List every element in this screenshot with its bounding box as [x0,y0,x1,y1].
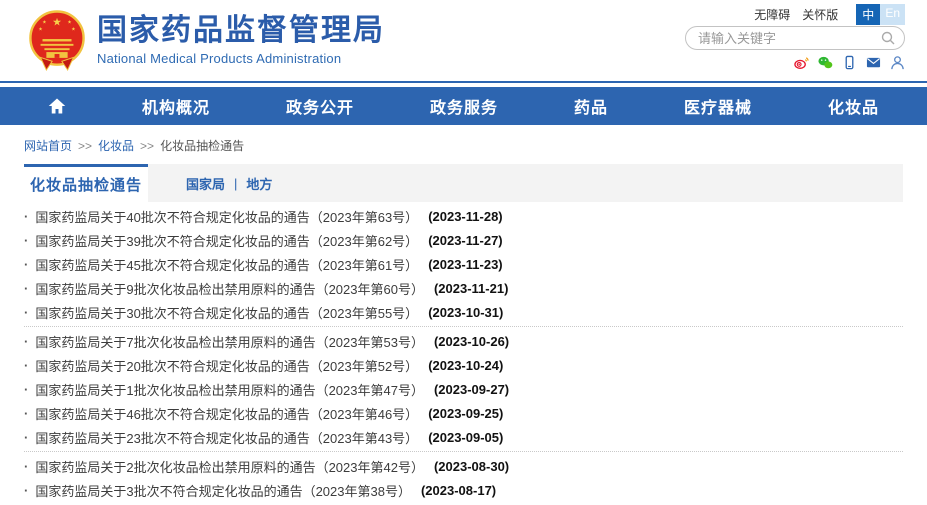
site-title: 国家药品监督管理局 [97,14,385,48]
list-item[interactable]: 国家药监局关于39批次不符合规定化妆品的通告（2023年第62号） (2023-… [24,228,903,252]
breadcrumb-current: 化妆品抽检通告 [160,137,244,154]
site-title-block: 国家药品监督管理局 National Medical Products Admi… [97,14,385,66]
mobile-icon[interactable] [842,55,857,70]
notice-link[interactable]: 国家药监局关于39批次不符合规定化妆品的通告（2023年第62号） [35,231,418,250]
nav-item-gov-services[interactable]: 政务服务 [430,94,498,118]
notice-link[interactable]: 国家药监局关于3批次不符合规定化妆品的通告（2023年第38号） [35,481,411,500]
notice-group: 国家药监局关于40批次不符合规定化妆品的通告（2023年第63号） (2023-… [24,202,903,326]
lang-en-button[interactable]: En [880,4,905,25]
tab-bar: 化妆品抽检通告 国家局 | 地方 [24,164,903,202]
tab-scope-switch: 国家局 | 地方 [186,164,272,202]
breadcrumb-separator: >> [78,139,92,153]
list-item[interactable]: 国家药监局关于2批次化妆品检出禁用原料的通告（2023年第42号） (2023-… [24,454,903,478]
notice-link[interactable]: 国家药监局关于20批次不符合规定化妆品的通告（2023年第52号） [35,356,418,375]
list-item[interactable]: 国家药监局关于9批次化妆品检出禁用原料的通告（2023年第60号） (2023-… [24,276,903,300]
nav-item-medical-devices[interactable]: 医疗器械 [684,94,752,118]
breadcrumb-home-link[interactable]: 网站首页 [24,137,72,154]
breadcrumb: 网站首页 >> 化妆品 >> 化妆品抽检通告 [24,137,903,154]
notice-date: (2023-08-30) [434,459,509,474]
nav-item-cosmetics[interactable]: 化妆品 [828,94,879,118]
notice-date: (2023-11-28) [428,209,502,224]
notice-group: 国家药监局关于7批次化妆品检出禁用原料的通告（2023年第53号） (2023-… [24,326,903,451]
scope-national-link[interactable]: 国家局 [186,174,225,193]
breadcrumb-section-link[interactable]: 化妆品 [98,137,134,154]
notice-link[interactable]: 国家药监局关于46批次不符合规定化妆品的通告（2023年第46号） [35,404,418,423]
notice-group: 国家药监局关于2批次化妆品检出禁用原料的通告（2023年第42号） (2023-… [24,451,903,504]
notice-date: (2023-09-05) [428,430,503,445]
nav-home-button[interactable] [48,97,66,115]
breadcrumb-separator: >> [140,139,154,153]
notice-link[interactable]: 国家药监局关于40批次不符合规定化妆品的通告（2023年第63号） [35,207,418,226]
nav-item-org[interactable]: 机构概况 [142,94,210,118]
list-item[interactable]: 国家药监局关于1批次化妆品检出禁用原料的通告（2023年第47号） (2023-… [24,377,903,401]
weibo-icon[interactable] [794,55,809,70]
notice-date: (2023-09-27) [434,382,509,397]
home-icon [48,97,66,115]
scope-local-link[interactable]: 地方 [246,174,272,193]
list-item[interactable]: 国家药监局关于7批次化妆品检出禁用原料的通告（2023年第53号） (2023-… [24,329,903,353]
care-mode-link[interactable]: 关怀版 [802,6,838,23]
notice-list: 国家药监局关于40批次不符合规定化妆品的通告（2023年第63号） (2023-… [24,202,903,504]
lang-zh-button[interactable]: 中 [856,4,880,25]
search-input[interactable] [698,31,880,46]
notice-date: (2023-11-23) [428,257,502,272]
accessibility-link[interactable]: 无障碍 [754,6,790,23]
svg-text:★: ★ [42,20,47,26]
user-icon[interactable] [890,55,905,70]
notice-date: (2023-10-31) [428,305,503,320]
utility-bar: 无障碍 关怀版 中 En [754,4,905,25]
svg-text:★: ★ [67,20,72,26]
notice-link[interactable]: 国家药监局关于2批次化妆品检出禁用原料的通告（2023年第42号） [35,457,424,476]
nav-item-drugs[interactable]: 药品 [574,94,608,118]
search-box [685,26,905,50]
nav-item-gov-disclosure[interactable]: 政务公开 [286,94,354,118]
site-header: ★ ★ ★ ★ ★ 国家药品监督管理局 National Medical Pro… [0,0,927,81]
wechat-icon[interactable] [818,55,833,70]
list-item[interactable]: 国家药监局关于20批次不符合规定化妆品的通告（2023年第52号） (2023-… [24,353,903,377]
email-icon[interactable] [866,55,881,70]
list-item[interactable]: 国家药监局关于46批次不符合规定化妆品的通告（2023年第46号） (2023-… [24,401,903,425]
search-icon[interactable] [880,30,896,46]
svg-text:★: ★ [71,26,76,32]
svg-text:★: ★ [38,26,43,32]
list-item[interactable]: 国家药监局关于45批次不符合规定化妆品的通告（2023年第61号） (2023-… [24,252,903,276]
scope-separator: | [234,176,237,191]
main-content: 网站首页 >> 化妆品 >> 化妆品抽检通告 化妆品抽检通告 国家局 | 地方 … [24,137,903,504]
language-toggle: 中 En [856,4,905,25]
notice-link[interactable]: 国家药监局关于30批次不符合规定化妆品的通告（2023年第55号） [35,303,418,322]
notice-link[interactable]: 国家药监局关于1批次化妆品检出禁用原料的通告（2023年第47号） [35,380,424,399]
notice-date: (2023-11-27) [428,233,502,248]
list-item[interactable]: 国家药监局关于3批次不符合规定化妆品的通告（2023年第38号） (2023-0… [24,478,903,502]
site-subtitle: National Medical Products Administration [97,51,385,66]
national-emblem-logo: ★ ★ ★ ★ ★ [28,8,86,72]
notice-link[interactable]: 国家药监局关于23批次不符合规定化妆品的通告（2023年第43号） [35,428,418,447]
notice-date: (2023-11-21) [434,281,508,296]
notice-link[interactable]: 国家药监局关于45批次不符合规定化妆品的通告（2023年第61号） [35,255,418,274]
list-item[interactable]: 国家药监局关于40批次不符合规定化妆品的通告（2023年第63号） (2023-… [24,204,903,228]
notice-date: (2023-08-17) [421,483,496,498]
social-icons [794,55,905,70]
list-item[interactable]: 国家药监局关于23批次不符合规定化妆品的通告（2023年第43号） (2023-… [24,425,903,449]
list-item[interactable]: 国家药监局关于30批次不符合规定化妆品的通告（2023年第55号） (2023-… [24,300,903,324]
notice-date: (2023-10-24) [428,358,503,373]
notice-link[interactable]: 国家药监局关于9批次化妆品检出禁用原料的通告（2023年第60号） [35,279,424,298]
tab-cosmetics-inspection-notices[interactable]: 化妆品抽检通告 [24,164,148,202]
main-nav: 机构概况 政务公开 政务服务 药品 医疗器械 化妆品 [0,87,927,125]
notice-date: (2023-10-26) [434,334,509,349]
notice-link[interactable]: 国家药监局关于7批次化妆品检出禁用原料的通告（2023年第53号） [35,332,424,351]
svg-text:★: ★ [52,17,62,29]
notice-date: (2023-09-25) [428,406,503,421]
